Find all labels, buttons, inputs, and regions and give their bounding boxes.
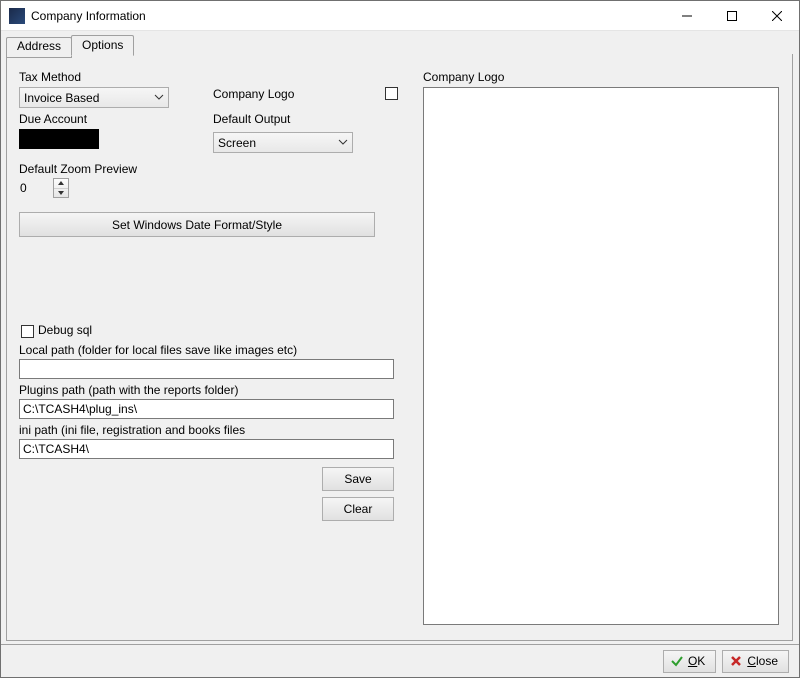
footer: OK Close bbox=[1, 645, 799, 677]
company-logo-label: Company Logo bbox=[213, 87, 294, 101]
close-button-label: Close bbox=[747, 654, 778, 668]
window-title: Company Information bbox=[31, 9, 664, 23]
window: Company Information Address Options Tax … bbox=[0, 0, 800, 678]
due-account-label: Due Account bbox=[19, 112, 87, 126]
company-logo-panel-label: Company Logo bbox=[423, 70, 504, 84]
clear-button[interactable]: Clear bbox=[322, 497, 394, 521]
due-account-field[interactable] bbox=[19, 129, 99, 149]
tab-panel: Tax Method Invoice Based Due Account Def… bbox=[6, 54, 793, 641]
debug-sql-label: Debug sql bbox=[38, 323, 92, 337]
default-zoom-label: Default Zoom Preview bbox=[19, 162, 137, 176]
x-icon bbox=[729, 654, 743, 668]
ini-path-label: ini path (ini file, registration and boo… bbox=[19, 423, 245, 437]
default-output-value: Screen bbox=[218, 136, 256, 150]
titlebar: Company Information bbox=[1, 1, 799, 31]
save-button[interactable]: Save bbox=[322, 467, 394, 491]
window-controls bbox=[664, 1, 799, 30]
plugins-path-label: Plugins path (path with the reports fold… bbox=[19, 383, 238, 397]
debug-sql-checkbox[interactable] bbox=[21, 325, 34, 338]
company-logo-checkbox[interactable] bbox=[385, 87, 398, 100]
spinner-buttons[interactable] bbox=[53, 178, 69, 198]
ok-button-label: OK bbox=[688, 654, 705, 668]
minimize-button[interactable] bbox=[664, 1, 709, 30]
default-output-select[interactable]: Screen bbox=[213, 132, 353, 153]
chevron-down-icon bbox=[154, 91, 164, 103]
save-button-label: Save bbox=[344, 472, 371, 486]
ini-path-input[interactable]: C:\TCASH4\ bbox=[19, 439, 394, 459]
plugins-path-input[interactable]: C:\TCASH4\plug_ins\ bbox=[19, 399, 394, 419]
close-dialog-button[interactable]: Close bbox=[722, 650, 789, 673]
chevron-down-icon bbox=[338, 136, 348, 148]
close-button[interactable] bbox=[754, 1, 799, 30]
set-date-format-button[interactable]: Set Windows Date Format/Style bbox=[19, 212, 375, 237]
tax-method-label: Tax Method bbox=[19, 70, 81, 84]
local-path-input[interactable] bbox=[19, 359, 394, 379]
ok-button[interactable]: OK bbox=[663, 650, 716, 673]
tax-method-select[interactable]: Invoice Based bbox=[19, 87, 169, 108]
tab-options[interactable]: Options bbox=[71, 35, 134, 56]
clear-button-label: Clear bbox=[344, 502, 373, 516]
spinner-down-icon[interactable] bbox=[54, 189, 68, 198]
zoom-value[interactable] bbox=[19, 178, 49, 198]
set-date-format-label: Set Windows Date Format/Style bbox=[112, 218, 282, 232]
app-icon bbox=[9, 8, 25, 24]
tab-strip: Address Options bbox=[6, 35, 133, 56]
client-area: Address Options Tax Method Invoice Based… bbox=[1, 31, 799, 677]
check-icon bbox=[670, 654, 684, 668]
zoom-spinner[interactable] bbox=[19, 178, 69, 198]
local-path-label: Local path (folder for local files save … bbox=[19, 343, 297, 357]
maximize-button[interactable] bbox=[709, 1, 754, 30]
tax-method-value: Invoice Based bbox=[24, 91, 99, 105]
spinner-up-icon[interactable] bbox=[54, 179, 68, 189]
company-logo-preview bbox=[423, 87, 779, 625]
default-output-label: Default Output bbox=[213, 112, 290, 126]
